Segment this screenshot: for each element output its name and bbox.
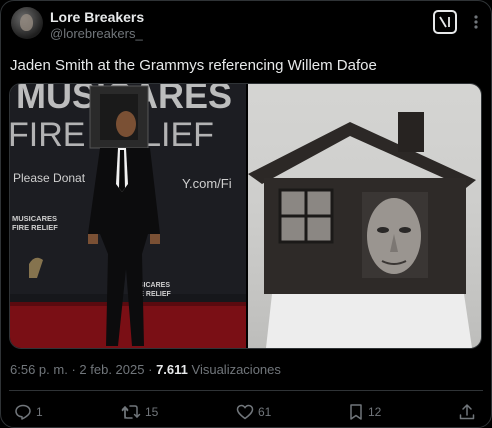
meta-separator: ·: [71, 362, 76, 377]
retweet-button[interactable]: 15: [121, 403, 158, 421]
display-name[interactable]: Lore Breakers: [50, 9, 144, 25]
retweet-count: 15: [145, 405, 159, 419]
like-count: 61: [258, 405, 272, 419]
left-logo-line2: FIRE RELIEF: [12, 223, 58, 232]
share-button[interactable]: [458, 403, 476, 421]
share-icon: [459, 404, 475, 420]
grok-button[interactable]: [433, 10, 457, 34]
banner-url-text: Y.com/Fi: [182, 176, 232, 191]
tweet-meta: 6:56 p. m. · 2 feb. 2025 · 7.611 Visuali…: [10, 362, 281, 377]
bookmark-icon: [350, 404, 362, 420]
banner-donate-text: Please Donat: [13, 171, 86, 185]
user-handle[interactable]: @lorebreakers_: [50, 26, 143, 41]
bookmark-count: 12: [368, 405, 382, 419]
more-icon: [474, 15, 478, 29]
reply-button[interactable]: 1: [14, 403, 43, 421]
tweet-date[interactable]: 2 feb. 2025: [79, 362, 144, 377]
tweet-text: Jaden Smith at the Grammys referencing W…: [10, 57, 377, 74]
views-count: 7.611: [156, 362, 188, 377]
like-button[interactable]: 61: [236, 403, 271, 421]
grok-icon: [439, 16, 450, 28]
avatar[interactable]: [11, 7, 43, 39]
views-label: Visualizaciones: [191, 362, 281, 377]
more-button[interactable]: [465, 10, 487, 34]
photo-house-head[interactable]: [248, 84, 481, 348]
photo-red-carpet[interactable]: MUSICARES FIRE RELIEF Please Donat Y.com…: [10, 84, 246, 348]
reply-icon: [15, 404, 31, 420]
tweet-media[interactable]: MUSICARES FIRE RELIEF Please Donat Y.com…: [9, 83, 482, 349]
bookmark-button[interactable]: 12: [348, 403, 381, 421]
heart-icon: [236, 404, 254, 420]
tweet-time[interactable]: 6:56 p. m.: [10, 362, 68, 377]
reply-count: 1: [36, 405, 43, 419]
retweet-icon: [121, 405, 141, 419]
meta-separator-2: ·: [148, 362, 153, 377]
divider: [9, 390, 483, 391]
left-logo-line1: MUSICARES: [12, 214, 57, 223]
